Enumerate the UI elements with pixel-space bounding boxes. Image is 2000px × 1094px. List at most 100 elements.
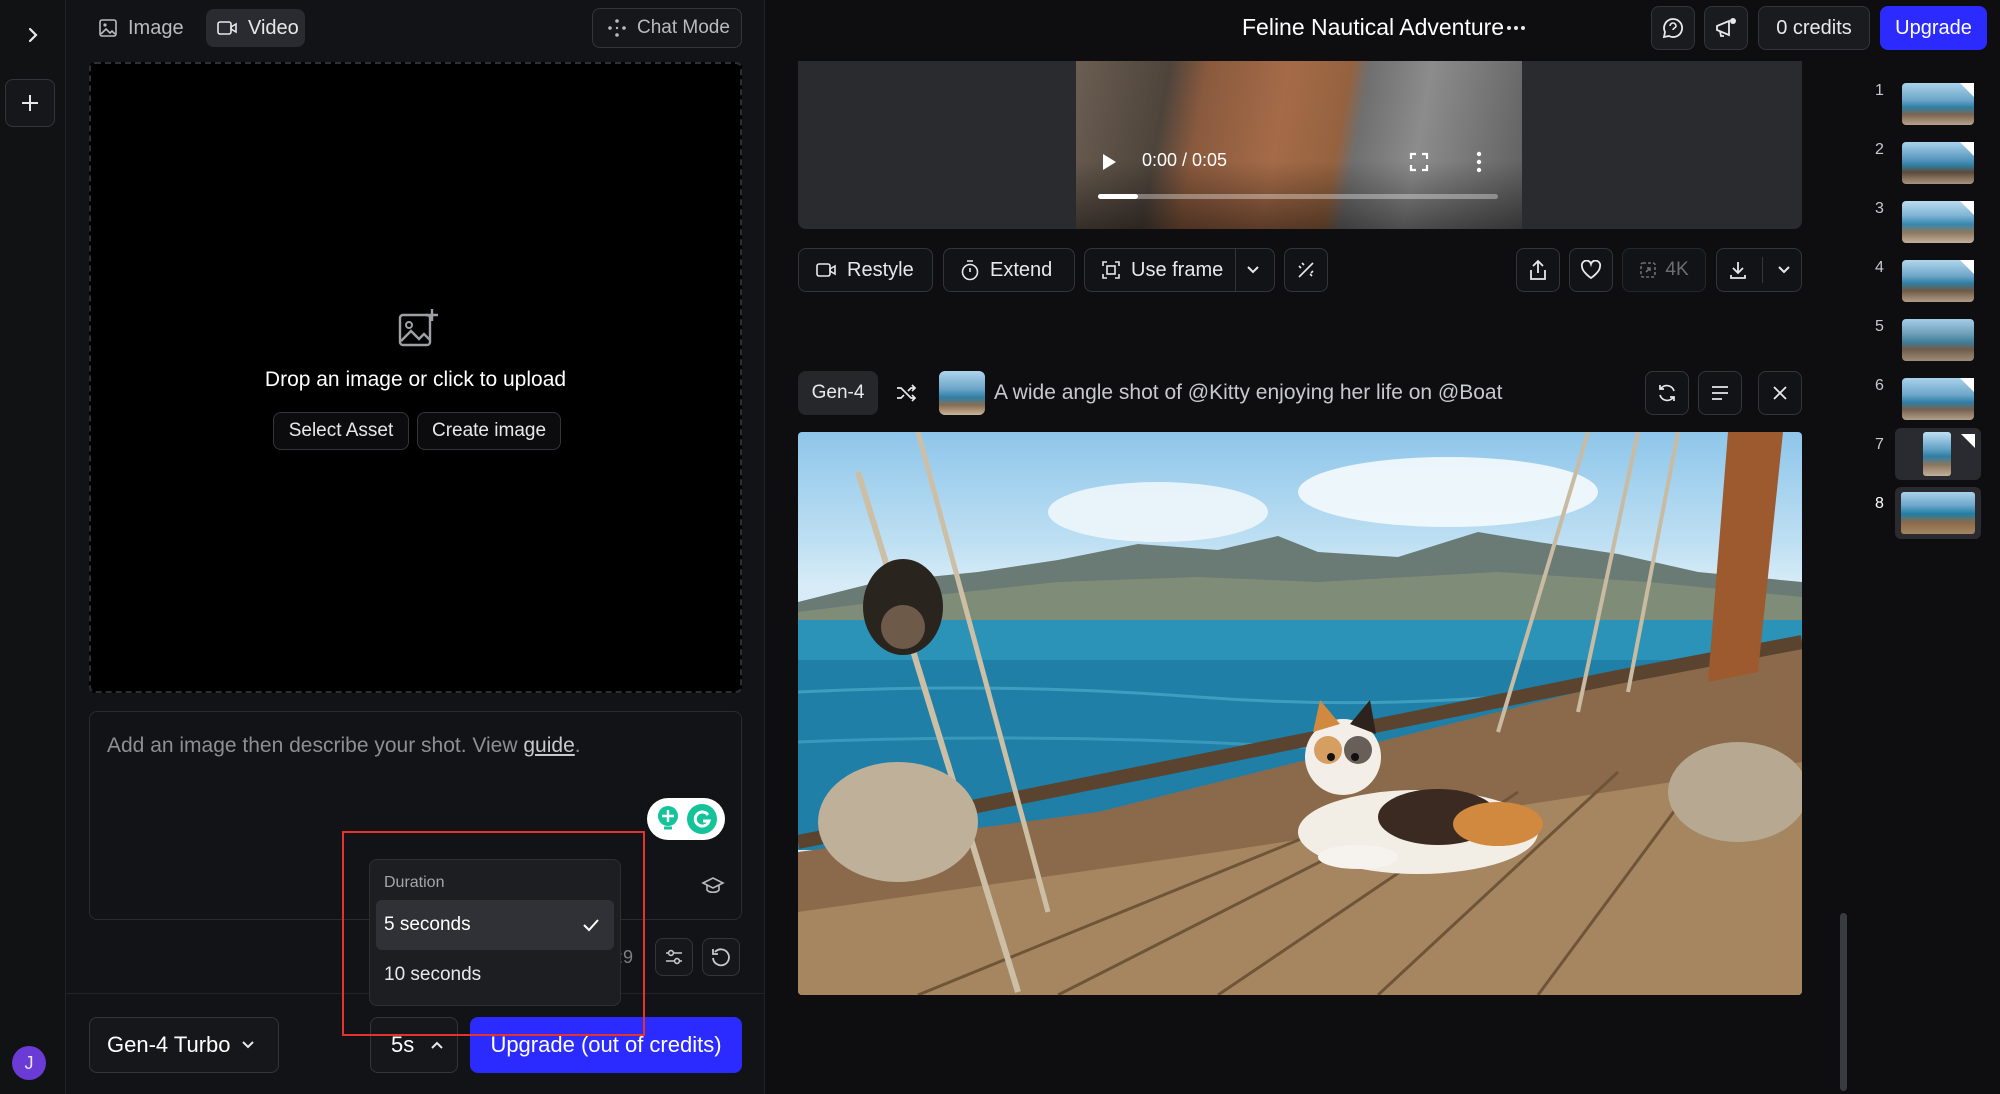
history-item[interactable]: 2 bbox=[1865, 129, 1975, 189]
prompt-reference-thumbnail[interactable] bbox=[939, 371, 985, 415]
chevron-down-icon bbox=[1777, 266, 1790, 274]
restyle-label: Restyle bbox=[847, 258, 914, 281]
history-item[interactable]: 6 bbox=[1865, 365, 1975, 425]
highlight-box bbox=[342, 831, 645, 1036]
share-button[interactable] bbox=[1516, 248, 1560, 292]
chat-mode-button[interactable]: Chat Mode bbox=[592, 8, 742, 48]
video-progress-fill bbox=[1098, 194, 1138, 199]
generated-image[interactable] bbox=[798, 432, 1802, 995]
shuffle-button[interactable] bbox=[886, 373, 926, 413]
history-item[interactable]: 7 bbox=[1865, 424, 1985, 484]
history-index: 8 bbox=[1875, 495, 1884, 512]
model-select-label: Gen-4 Turbo bbox=[107, 1032, 231, 1057]
close-icon bbox=[1773, 386, 1787, 400]
history-thumb-frame bbox=[1895, 487, 1981, 539]
refresh-icon bbox=[1659, 384, 1675, 402]
video-progress-track[interactable] bbox=[1098, 194, 1498, 199]
announcements-button[interactable] bbox=[1704, 6, 1748, 50]
expand-sidebar-button[interactable] bbox=[16, 18, 50, 52]
project-title[interactable]: Feline Nautical Adventure bbox=[1242, 14, 1504, 41]
main-scrollbar[interactable] bbox=[1840, 913, 1847, 1091]
history-item[interactable]: 4 bbox=[1865, 247, 1975, 307]
more-options-icon[interactable] bbox=[1506, 20, 1526, 36]
history-item[interactable]: 5 bbox=[1865, 306, 1975, 366]
chat-mode-label: Chat Mode bbox=[637, 17, 730, 38]
use-frame-button[interactable]: Use frame bbox=[1084, 248, 1275, 292]
upscale-4k-button[interactable]: 4K bbox=[1622, 248, 1706, 292]
avatar-initial: J bbox=[24, 1052, 34, 1073]
extend-label: Extend bbox=[990, 258, 1053, 281]
create-image-button[interactable]: Create image bbox=[417, 412, 561, 450]
create-image-label: Create image bbox=[431, 420, 547, 441]
video-corner-icon bbox=[1960, 378, 1974, 392]
header-upgrade-label: Upgrade bbox=[1895, 16, 1972, 39]
details-button[interactable] bbox=[1698, 371, 1742, 415]
generation-prompt: A wide angle shot of @Kitty enjoying her… bbox=[994, 381, 1503, 404]
close-generation-button[interactable] bbox=[1758, 371, 1802, 415]
align-left-icon bbox=[1712, 386, 1728, 400]
new-session-button[interactable] bbox=[5, 79, 55, 127]
guide-link[interactable]: guide bbox=[523, 734, 574, 757]
video-corner-icon bbox=[1960, 142, 1974, 156]
header-upgrade-button[interactable]: Upgrade bbox=[1880, 6, 1987, 50]
tab-video-label: Video bbox=[248, 16, 299, 39]
fullscreen-icon[interactable] bbox=[1409, 152, 1429, 172]
boat-scene-illustration bbox=[798, 432, 1802, 995]
video-menu-icon[interactable] bbox=[1476, 151, 1482, 173]
history-item-selected[interactable]: 8 bbox=[1865, 483, 1985, 543]
video-player[interactable]: 0:00 / 0:05 bbox=[1076, 61, 1522, 229]
reset-icon bbox=[712, 948, 730, 967]
tab-video[interactable]: Video bbox=[206, 9, 305, 47]
video-corner-icon bbox=[1960, 260, 1974, 274]
chevron-right-icon bbox=[28, 27, 38, 43]
download-icon bbox=[1729, 262, 1746, 279]
tab-image-label: Image bbox=[128, 16, 184, 39]
reset-button[interactable] bbox=[702, 938, 740, 976]
learn-hat-icon[interactable] bbox=[701, 875, 725, 897]
magic-wand-icon bbox=[1298, 262, 1314, 278]
restyle-button[interactable]: Restyle bbox=[798, 248, 933, 292]
settings-sliders-button[interactable] bbox=[655, 938, 693, 976]
frame-icon bbox=[1102, 261, 1120, 279]
extend-button[interactable]: Extend bbox=[943, 248, 1075, 292]
plus-icon bbox=[22, 95, 38, 111]
prompt-placeholder-text: Add an image then describe your shot. Vi… bbox=[107, 734, 524, 757]
history-thumb bbox=[1923, 432, 1951, 476]
tab-image[interactable]: Image bbox=[88, 9, 184, 47]
history-index: 7 bbox=[1875, 436, 1884, 453]
select-asset-button[interactable]: Select Asset bbox=[273, 412, 409, 450]
history-item[interactable]: 3 bbox=[1865, 188, 1975, 248]
use-frame-label: Use frame bbox=[1131, 258, 1224, 281]
video-camera-icon bbox=[217, 21, 237, 35]
image-upload-dropzone[interactable]: Drop an image or click to upload Select … bbox=[89, 62, 742, 693]
sliders-icon bbox=[666, 949, 682, 965]
upscale-icon bbox=[1640, 262, 1657, 278]
feedback-button[interactable] bbox=[1651, 6, 1695, 50]
video-corner-icon bbox=[1961, 434, 1975, 448]
download-button[interactable] bbox=[1716, 248, 1802, 292]
grammarly-widget[interactable] bbox=[647, 798, 725, 840]
chevron-up-icon bbox=[431, 1041, 443, 1049]
model-badge: Gen-4 bbox=[798, 371, 878, 415]
credits-button[interactable]: 0 credits bbox=[1758, 6, 1870, 50]
megaphone-icon bbox=[1716, 18, 1736, 37]
favorite-button[interactable] bbox=[1569, 248, 1613, 292]
regenerate-button[interactable] bbox=[1645, 371, 1689, 415]
video-corner-icon bbox=[1960, 83, 1974, 97]
download-divider bbox=[1761, 257, 1763, 283]
add-image-icon bbox=[398, 309, 438, 347]
history-index: 4 bbox=[1875, 259, 1884, 276]
history-index: 3 bbox=[1875, 200, 1884, 217]
history-thumb bbox=[1902, 319, 1974, 361]
chevron-down-icon[interactable] bbox=[1246, 265, 1260, 275]
history-thumb bbox=[1901, 492, 1975, 534]
left-rail: J bbox=[0, 0, 66, 1094]
sparkle-dots-icon bbox=[608, 19, 626, 37]
play-icon[interactable] bbox=[1100, 152, 1118, 172]
model-select[interactable]: Gen-4 Turbo bbox=[89, 1017, 279, 1073]
magic-tools-button[interactable] bbox=[1284, 248, 1328, 292]
chat-bubble-icon bbox=[1662, 18, 1684, 39]
video-card: 0:00 / 0:05 bbox=[798, 61, 1802, 229]
user-avatar[interactable]: J bbox=[12, 1046, 46, 1080]
history-item[interactable]: 1 bbox=[1865, 70, 1975, 130]
